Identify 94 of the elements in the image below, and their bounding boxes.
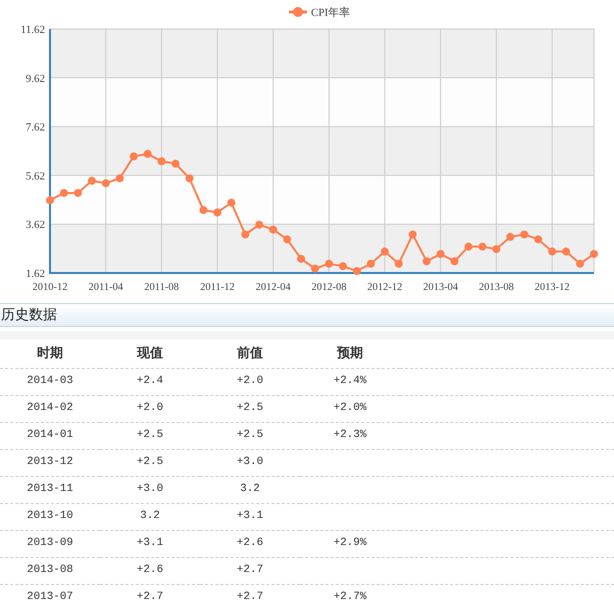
table-cell: +2.7 bbox=[136, 591, 164, 604]
column-header: 现值 bbox=[100, 339, 200, 368]
data-point bbox=[352, 267, 361, 276]
axis-label: 1.62 bbox=[26, 268, 45, 280]
data-point bbox=[492, 245, 500, 254]
table-cell: 2014-01 bbox=[26, 429, 74, 442]
axis-label: 3.62 bbox=[26, 219, 45, 232]
table-cell: +2.7 bbox=[236, 591, 264, 604]
data-point bbox=[408, 230, 417, 238]
table-cell: 2014-03 bbox=[26, 375, 74, 388]
data-point bbox=[116, 174, 124, 182]
data-point bbox=[158, 157, 166, 166]
table-cell: +2.6 bbox=[136, 564, 164, 576]
data-point bbox=[338, 262, 347, 270]
table-cell: +2.5 bbox=[236, 429, 264, 442]
table-cell: +3.0 bbox=[136, 483, 164, 496]
data-point bbox=[74, 188, 82, 197]
data-point bbox=[172, 160, 180, 168]
data-point bbox=[548, 248, 556, 256]
table-cell: +2.4% bbox=[333, 375, 366, 388]
column-header: 预期 bbox=[300, 339, 400, 368]
data-point bbox=[366, 260, 375, 268]
axis-label: 2012-04 bbox=[256, 282, 291, 293]
section-title: 历史数据 bbox=[1, 307, 57, 323]
data-point bbox=[269, 226, 278, 234]
data-point bbox=[144, 150, 152, 158]
data-point bbox=[478, 242, 486, 251]
table-cell: 2013-09 bbox=[26, 537, 74, 550]
table-cell: +3.0 bbox=[236, 456, 264, 468]
column-header: 前值 bbox=[200, 339, 300, 368]
table-cell: 2013-11 bbox=[26, 483, 74, 496]
data-point bbox=[590, 250, 598, 258]
data-point bbox=[464, 242, 472, 251]
data-point bbox=[576, 260, 584, 268]
table-cell: 3.2 bbox=[140, 510, 160, 522]
data-point bbox=[534, 235, 542, 244]
axis-label: 7.62 bbox=[26, 122, 45, 134]
table-cell: 2013-08 bbox=[26, 564, 74, 576]
table-cell: +2.0 bbox=[236, 375, 264, 388]
table-cell: +2.6 bbox=[236, 537, 264, 550]
table-cell: 2014-02 bbox=[26, 402, 74, 414]
data-point bbox=[562, 248, 570, 256]
data-point bbox=[241, 230, 250, 238]
table-cell: +2.0% bbox=[333, 402, 366, 414]
data-point bbox=[60, 188, 68, 197]
axis-label: 2011-08 bbox=[144, 282, 179, 293]
data-point bbox=[102, 179, 110, 188]
table-cell: +2.5 bbox=[136, 456, 164, 468]
axis-label: 11.62 bbox=[20, 24, 45, 36]
data-point bbox=[506, 232, 514, 241]
data-point bbox=[199, 206, 208, 214]
data-point bbox=[297, 254, 306, 263]
table-cell: 2013-07 bbox=[26, 591, 74, 604]
data-point bbox=[227, 198, 236, 207]
data-point bbox=[394, 260, 403, 268]
axis-label: 2010-12 bbox=[32, 282, 68, 293]
axis-label: 2012-08 bbox=[311, 282, 346, 293]
data-point bbox=[436, 250, 445, 258]
table-cell: +2.5 bbox=[236, 402, 264, 414]
table-cell: +3.1 bbox=[136, 537, 164, 550]
axis-label: 2013-04 bbox=[423, 282, 458, 293]
table-cell: 2013-10 bbox=[26, 510, 74, 522]
table-cell: +2.7 bbox=[236, 564, 264, 576]
table-cell: +2.3% bbox=[333, 429, 366, 442]
table-cell: +2.9% bbox=[333, 537, 366, 550]
data-point bbox=[450, 257, 459, 266]
data-point bbox=[46, 196, 54, 204]
data-point bbox=[380, 248, 389, 256]
table-cell: +3.1 bbox=[236, 510, 264, 522]
column-header: 时期 bbox=[0, 339, 100, 368]
axis-label: 2011-12 bbox=[200, 282, 235, 293]
data-point bbox=[185, 174, 194, 182]
table-cell: +2.0 bbox=[136, 402, 164, 414]
data-point bbox=[88, 176, 96, 185]
axis-label: 9.62 bbox=[26, 72, 45, 85]
data-point bbox=[311, 264, 320, 273]
table-cell: +2.4 bbox=[136, 375, 164, 388]
table-cell: +2.7% bbox=[333, 591, 366, 604]
data-point bbox=[255, 220, 264, 229]
data-point bbox=[283, 235, 292, 244]
table-cell: +2.5 bbox=[136, 429, 164, 442]
table-cell: 2013-12 bbox=[26, 456, 74, 468]
data-point bbox=[213, 208, 222, 216]
data-point bbox=[422, 257, 431, 266]
data-point bbox=[324, 260, 333, 268]
axis-label: 5.62 bbox=[26, 170, 45, 182]
table-cell: 3.2 bbox=[240, 483, 260, 496]
data-point bbox=[520, 230, 528, 238]
axis-label: 2013-12 bbox=[534, 282, 570, 293]
axis-label: 2012-12 bbox=[367, 282, 402, 293]
legend-label: CPI年率 bbox=[311, 7, 350, 19]
data-point bbox=[130, 152, 138, 160]
axis-label: 2013-08 bbox=[478, 282, 514, 293]
axis-label: 2011-04 bbox=[88, 282, 124, 293]
